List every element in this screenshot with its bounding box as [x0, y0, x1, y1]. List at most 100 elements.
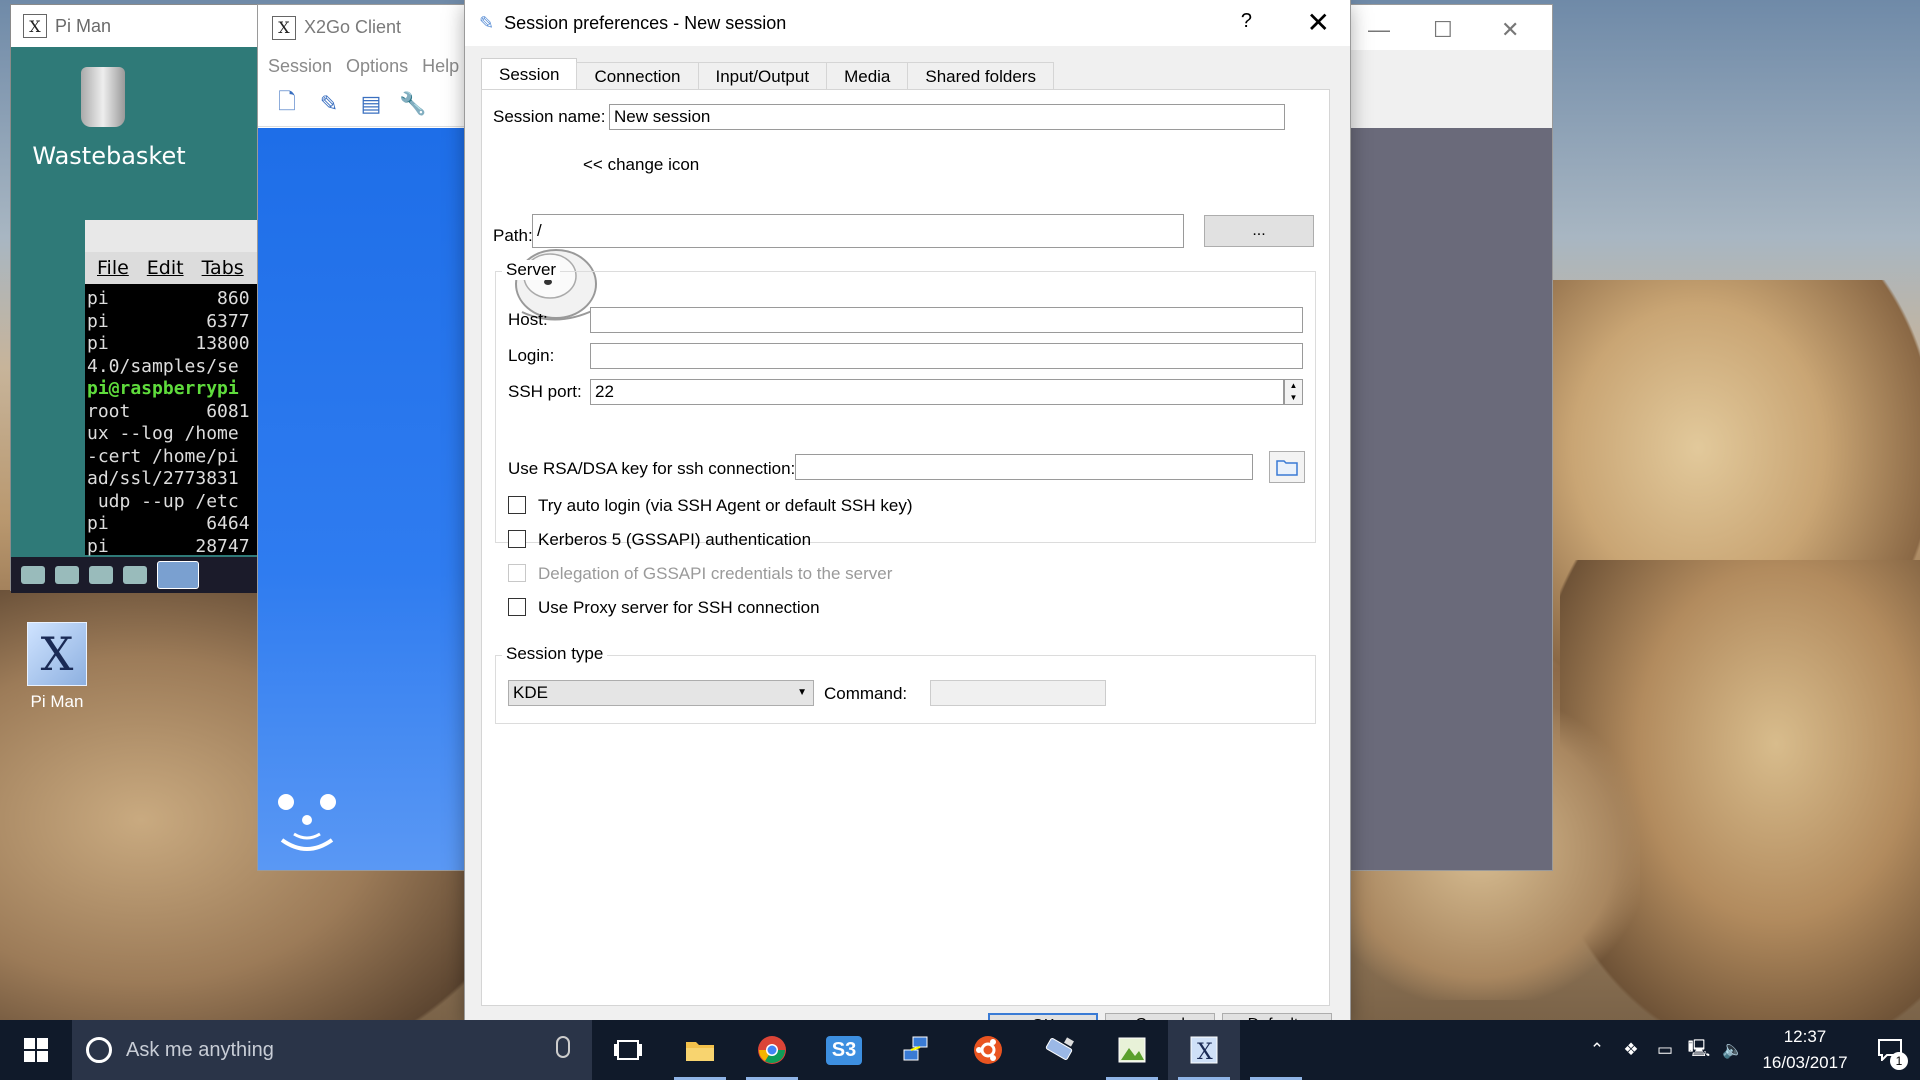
tab-media[interactable]: Media	[826, 62, 909, 90]
clock[interactable]: 12:37 16/03/2017	[1750, 1024, 1860, 1076]
session-list-icon[interactable]: ▤	[358, 91, 384, 117]
change-icon-link[interactable]: << change icon	[583, 155, 699, 175]
session-type-value: KDE	[513, 683, 548, 702]
proxy-checkbox[interactable]	[508, 598, 526, 616]
windows-icon[interactable]	[123, 566, 147, 584]
session-name-label: Session name:	[493, 107, 606, 126]
x2go-app-icon: X	[272, 15, 296, 40]
terminal-menu-edit[interactable]: Edit	[147, 257, 184, 279]
tab-shared-folders[interactable]: Shared folders	[907, 62, 1054, 90]
terminal-menubar: File Edit Tabs	[85, 252, 261, 284]
host-label: Host:	[508, 310, 548, 329]
network-app-button[interactable]	[880, 1020, 952, 1080]
desktop-shortcut-label: Pi Man	[30, 692, 84, 711]
network-icon[interactable]	[89, 566, 113, 584]
maximize-icon[interactable]: ☐	[1433, 17, 1453, 43]
terminal-menu-tabs[interactable]: Tabs	[202, 257, 244, 279]
volume-icon[interactable]: 🔈	[1716, 1040, 1750, 1060]
image-viewer-button[interactable]	[1096, 1020, 1168, 1080]
path-label: Path:	[493, 226, 533, 245]
command-label: Command:	[824, 684, 908, 703]
session-name-input[interactable]	[609, 104, 1285, 130]
chrome-button[interactable]	[736, 1020, 808, 1080]
rsa-key-browse-button[interactable]	[1269, 451, 1305, 483]
minimize-icon[interactable]	[55, 566, 79, 584]
menu-help[interactable]: Help	[422, 56, 459, 77]
chevron-down-icon: ▼	[797, 687, 807, 698]
tab-input-output[interactable]: Input/Output	[697, 62, 828, 90]
terminal-titlebar[interactable]	[85, 220, 261, 252]
dropbox-icon[interactable]: ❖	[1614, 1040, 1648, 1060]
close-icon[interactable]: ✕	[1501, 17, 1519, 43]
x-app-icon: X	[23, 14, 47, 38]
path-input[interactable]	[532, 214, 1184, 248]
ssh-port-label: SSH port:	[508, 382, 582, 401]
start-button[interactable]	[0, 1020, 72, 1080]
file-explorer-button[interactable]	[664, 1020, 736, 1080]
session-preferences-dialog[interactable]: ✎ Session preferences - New session ? ✕ …	[465, 0, 1350, 1045]
task-view-icon	[614, 1040, 642, 1060]
dialog-titlebar[interactable]: ✎ Session preferences - New session ? ✕	[465, 0, 1350, 46]
settings-wrench-icon[interactable]: 🔧	[399, 91, 426, 117]
session-type-group-title: Session type	[502, 644, 608, 664]
kerberos-label[interactable]: Kerberos 5 (GSSAPI) authentication	[538, 530, 811, 550]
usb-drive-icon	[1045, 1037, 1074, 1060]
desktop-shortcut-piman[interactable]: X Pi Man	[22, 622, 92, 712]
rsa-key-input[interactable]	[795, 454, 1253, 480]
session-tab-panel: Session name: << change icon Path: ... S…	[481, 89, 1330, 1006]
cortana-icon	[86, 1037, 112, 1063]
rsa-key-label: Use RSA/DSA key for ssh connection:	[508, 459, 796, 478]
proxy-label[interactable]: Use Proxy server for SSH connection	[538, 598, 820, 618]
edit-session-icon[interactable]: ✎	[316, 91, 342, 117]
pencil-icon: ✎	[479, 12, 495, 33]
taskbar: Ask me anything S3 X ⌃ ❖ ▭ 🖳 🔈 12:37 16/…	[0, 1020, 1920, 1080]
task-view-button[interactable]	[592, 1020, 664, 1080]
path-browse-button[interactable]: ...	[1204, 215, 1314, 247]
help-button[interactable]: ?	[1241, 10, 1252, 33]
ssh-port-input[interactable]	[590, 379, 1284, 405]
close-button[interactable]: ✕	[1307, 6, 1330, 39]
minimize-icon[interactable]: —	[1368, 17, 1390, 43]
login-input[interactable]	[590, 343, 1303, 369]
tab-connection[interactable]: Connection	[576, 62, 699, 90]
taskbar-app-button[interactable]	[1240, 1020, 1312, 1080]
new-session-icon[interactable]: 🗋	[274, 89, 300, 117]
ssh-port-spinner[interactable]: ▲ ▼	[1284, 379, 1303, 405]
auto-login-label[interactable]: Try auto login (via SSH Agent or default…	[538, 496, 913, 516]
command-input	[930, 680, 1106, 706]
wastebasket-label[interactable]: Wastebasket	[29, 141, 189, 171]
action-center-button[interactable]: 1	[1860, 1020, 1920, 1080]
search-box[interactable]: Ask me anything	[72, 1020, 592, 1080]
terminal-window[interactable]: File Edit Tabs pi 860 pi 6377 pi 13800 4…	[85, 220, 261, 556]
terminal-output[interactable]: pi 860 pi 6377 pi 13800 4.0/samples/se p…	[85, 284, 261, 556]
x2go-session-panel	[258, 128, 465, 870]
tab-session[interactable]: Session	[481, 58, 578, 90]
x2go-panel-right	[1349, 128, 1552, 870]
folder-icon	[686, 1042, 714, 1061]
x2go-title: X2Go Client	[304, 17, 402, 37]
battery-icon[interactable]: ▭	[1648, 1040, 1682, 1060]
piman-window[interactable]: X Pi Man Wastebasket File Edit Tabs pi 8…	[11, 5, 271, 593]
host-input[interactable]	[590, 307, 1303, 333]
piman-titlebar[interactable]: X Pi Man	[11, 5, 261, 47]
folder-icon	[1276, 460, 1298, 476]
notification-badge: 1	[1890, 1052, 1908, 1070]
kerberos-checkbox[interactable]	[508, 530, 526, 548]
desktop-icon[interactable]	[157, 561, 199, 589]
chevron-up-icon[interactable]: ⌃	[1580, 1040, 1614, 1060]
system-tray: ⌃ ❖ ▭ 🖳 🔈 12:37 16/03/2017 1	[1580, 1020, 1920, 1080]
ubuntu-button[interactable]	[952, 1020, 1024, 1080]
session-type-select[interactable]: KDE ▼	[508, 680, 814, 706]
network-icon[interactable]: 🖳	[1682, 1036, 1716, 1065]
usb-tool-button[interactable]	[1024, 1020, 1096, 1080]
x2go-button[interactable]: X	[1168, 1020, 1240, 1080]
menu-icon[interactable]	[21, 566, 45, 584]
ubuntu-icon	[974, 1036, 1002, 1064]
microphone-icon[interactable]	[556, 1036, 570, 1058]
menu-session[interactable]: Session	[268, 56, 332, 77]
menu-options[interactable]: Options	[346, 56, 408, 77]
auto-login-checkbox[interactable]	[508, 496, 526, 514]
s3-button[interactable]: S3	[808, 1020, 880, 1080]
wastebasket-icon[interactable]	[81, 67, 125, 127]
terminal-menu-file[interactable]: File	[97, 257, 129, 279]
